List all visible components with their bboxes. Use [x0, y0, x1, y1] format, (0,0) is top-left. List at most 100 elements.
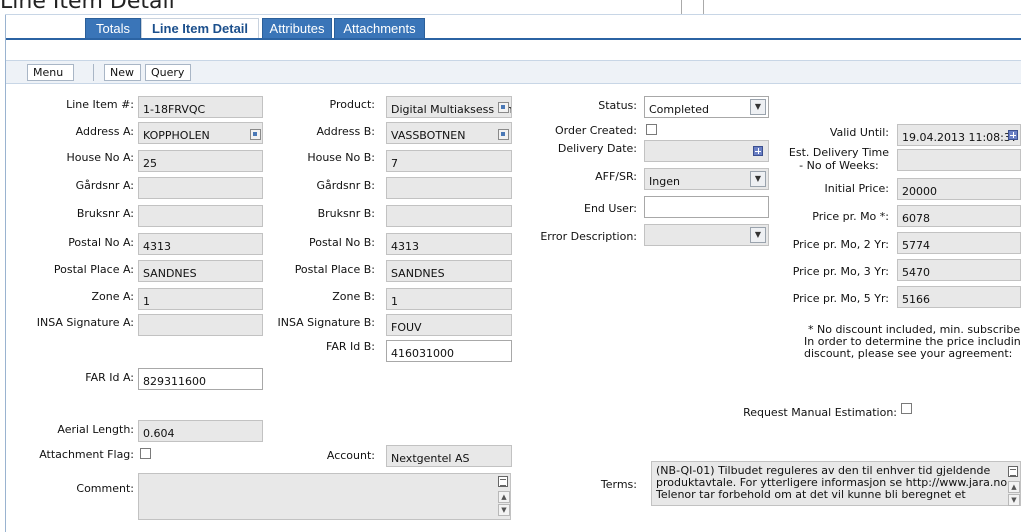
request-manual-estimation-checkbox[interactable]: [901, 403, 912, 414]
aerial-length-field[interactable]: 0.604: [138, 420, 263, 442]
address-b-field[interactable]: VASSBOTNEN: [386, 122, 512, 144]
house-no-a-field[interactable]: 25: [138, 150, 263, 172]
gardsnr-a-label: Gårdsnr A:: [75, 179, 134, 192]
est-delivery-label-line: - No of Weeks:: [799, 159, 879, 172]
insa-signature-a-field[interactable]: [138, 314, 263, 336]
order-created-checkbox[interactable]: [646, 124, 657, 135]
postal-place-a-label: Postal Place A:: [53, 263, 134, 276]
query-button[interactable]: Query: [145, 64, 191, 81]
expand-text-icon[interactable]: [1008, 466, 1018, 477]
calendar-icon[interactable]: [1008, 130, 1018, 140]
picker-icon[interactable]: [498, 129, 509, 140]
product-field[interactable]: Digital Multiaksess Un: [386, 96, 512, 118]
product-value: Digital Multiaksess Un: [391, 103, 512, 116]
frame-border: [5, 14, 1021, 15]
comment-label: Comment:: [76, 482, 134, 495]
price-mo-5yr-field[interactable]: 5166: [897, 286, 1021, 308]
gardsnr-b-label: Gårdsnr B:: [316, 179, 375, 192]
price-mo-2yr-field[interactable]: 5774: [897, 232, 1021, 254]
valid-until-label: Valid Until:: [829, 126, 889, 139]
account-label: Account:: [326, 449, 375, 462]
postal-no-a-field[interactable]: 4313: [138, 233, 263, 255]
terms-label: Terms:: [600, 478, 637, 491]
attachment-flag-checkbox[interactable]: [140, 448, 151, 459]
initial-price-label: Initial Price:: [824, 182, 889, 195]
new-button[interactable]: New: [104, 64, 141, 81]
tab-attributes[interactable]: Attributes: [262, 18, 332, 38]
far-id-a-label: FAR Id A:: [85, 371, 134, 384]
chevron-down-icon[interactable]: ▼: [750, 171, 766, 187]
menu-button[interactable]: Menu ▾: [27, 64, 74, 94]
scroll-down-arrow[interactable]: ▼: [498, 504, 510, 516]
terms-line: Telenor tar forbehold om at det vil kunn…: [656, 488, 966, 501]
zone-b-field[interactable]: 1: [386, 288, 512, 310]
tab-line-item-detail[interactable]: Line Item Detail: [141, 18, 259, 38]
scroll-up-arrow[interactable]: ▲: [1008, 481, 1020, 493]
est-delivery-field[interactable]: [897, 149, 1021, 171]
postal-place-b-label: Postal Place B:: [294, 263, 375, 276]
valid-until-field[interactable]: 19.04.2013 11:08:37: [897, 124, 1021, 146]
postal-no-b-field[interactable]: 4313: [386, 233, 512, 255]
bruksnr-a-field[interactable]: [138, 205, 263, 227]
gardsnr-a-field[interactable]: [138, 177, 263, 199]
zone-a-field[interactable]: 1: [138, 288, 263, 310]
order-created-label: Order Created:: [555, 124, 637, 137]
address-a-label: Address A:: [75, 125, 134, 138]
postal-place-a-field[interactable]: SANDNES: [138, 260, 263, 282]
postal-no-a-label: Postal No A:: [68, 236, 134, 249]
far-id-b-field[interactable]: 416031000: [386, 340, 512, 362]
gardsnr-b-field[interactable]: [386, 177, 512, 199]
house-no-b-field[interactable]: 7: [386, 150, 512, 172]
scroll-down-arrow[interactable]: ▼: [1008, 494, 1020, 506]
picker-icon[interactable]: [498, 102, 509, 113]
toolbar-separator: [93, 64, 94, 81]
product-label: Product:: [329, 98, 375, 111]
bruksnr-b-label: Bruksnr B:: [317, 207, 375, 220]
est-delivery-label: Est. Delivery Time - No of Weeks:: [789, 146, 889, 172]
window-top-strip: Line Item Detail: [0, 0, 1021, 14]
end-user-label: End User:: [584, 202, 637, 215]
delivery-date-label: Delivery Date:: [557, 142, 637, 155]
zone-a-label: Zone A:: [91, 290, 134, 303]
end-user-field[interactable]: [644, 196, 769, 218]
chevron-down-icon[interactable]: ▼: [750, 99, 766, 115]
price-mo-2yr-label: Price pr. Mo, 2 Yr:: [792, 238, 889, 251]
price-mo-label: Price pr. Mo *:: [812, 210, 889, 223]
aerial-length-label: Aerial Length:: [57, 423, 134, 436]
initial-price-field[interactable]: 20000: [897, 178, 1021, 200]
far-id-a-field[interactable]: 829311600: [138, 368, 263, 390]
comment-field[interactable]: [138, 473, 511, 520]
tab-totals[interactable]: Totals: [85, 18, 141, 38]
discount-note-line: discount, please see your agreement:: [804, 347, 1013, 360]
delivery-date-field[interactable]: [644, 140, 769, 162]
line-item-label: Line Item #:: [66, 98, 134, 111]
house-no-a-label: House No A:: [66, 151, 134, 164]
postal-no-b-label: Postal No B:: [308, 236, 375, 249]
valid-until-value: 19.04.2013 11:08:37: [902, 131, 1018, 144]
terms-field[interactable]: (NB-QI-01) Tilbudet reguleres av den til…: [651, 461, 1021, 506]
bruksnr-b-field[interactable]: [386, 205, 512, 227]
calendar-icon[interactable]: [753, 146, 763, 156]
expand-text-icon[interactable]: [498, 476, 508, 487]
scroll-up-arrow[interactable]: ▲: [498, 491, 510, 503]
price-mo-3yr-field[interactable]: 5470: [897, 259, 1021, 281]
insa-signature-b-field[interactable]: FOUV: [386, 314, 512, 336]
account-field[interactable]: Nextgentel AS: [386, 445, 512, 467]
divider: [703, 0, 704, 14]
address-b-label: Address B:: [316, 125, 375, 138]
est-delivery-label-line: Est. Delivery Time: [788, 146, 889, 159]
chevron-down-icon[interactable]: ▼: [750, 227, 766, 243]
postal-place-b-field[interactable]: SANDNES: [386, 260, 512, 282]
tab-attachments[interactable]: Attachments: [334, 18, 425, 38]
error-description-label: Error Description:: [540, 230, 637, 243]
page-title-partial: Line Item Detail: [0, 0, 175, 14]
line-item-field[interactable]: 1-18FRVQC: [138, 96, 263, 118]
price-mo-field[interactable]: 6078: [897, 205, 1021, 227]
address-a-field[interactable]: KOPPHOLEN: [138, 122, 263, 144]
attachment-flag-label: Attachment Flag:: [39, 448, 134, 461]
picker-icon[interactable]: [250, 129, 261, 140]
insa-signature-b-label: INSA Signature B:: [277, 316, 376, 329]
zone-b-label: Zone B:: [332, 290, 375, 303]
address-a-value: KOPPHOLEN: [143, 129, 210, 142]
price-mo-5yr-label: Price pr. Mo, 5 Yr:: [792, 292, 889, 305]
